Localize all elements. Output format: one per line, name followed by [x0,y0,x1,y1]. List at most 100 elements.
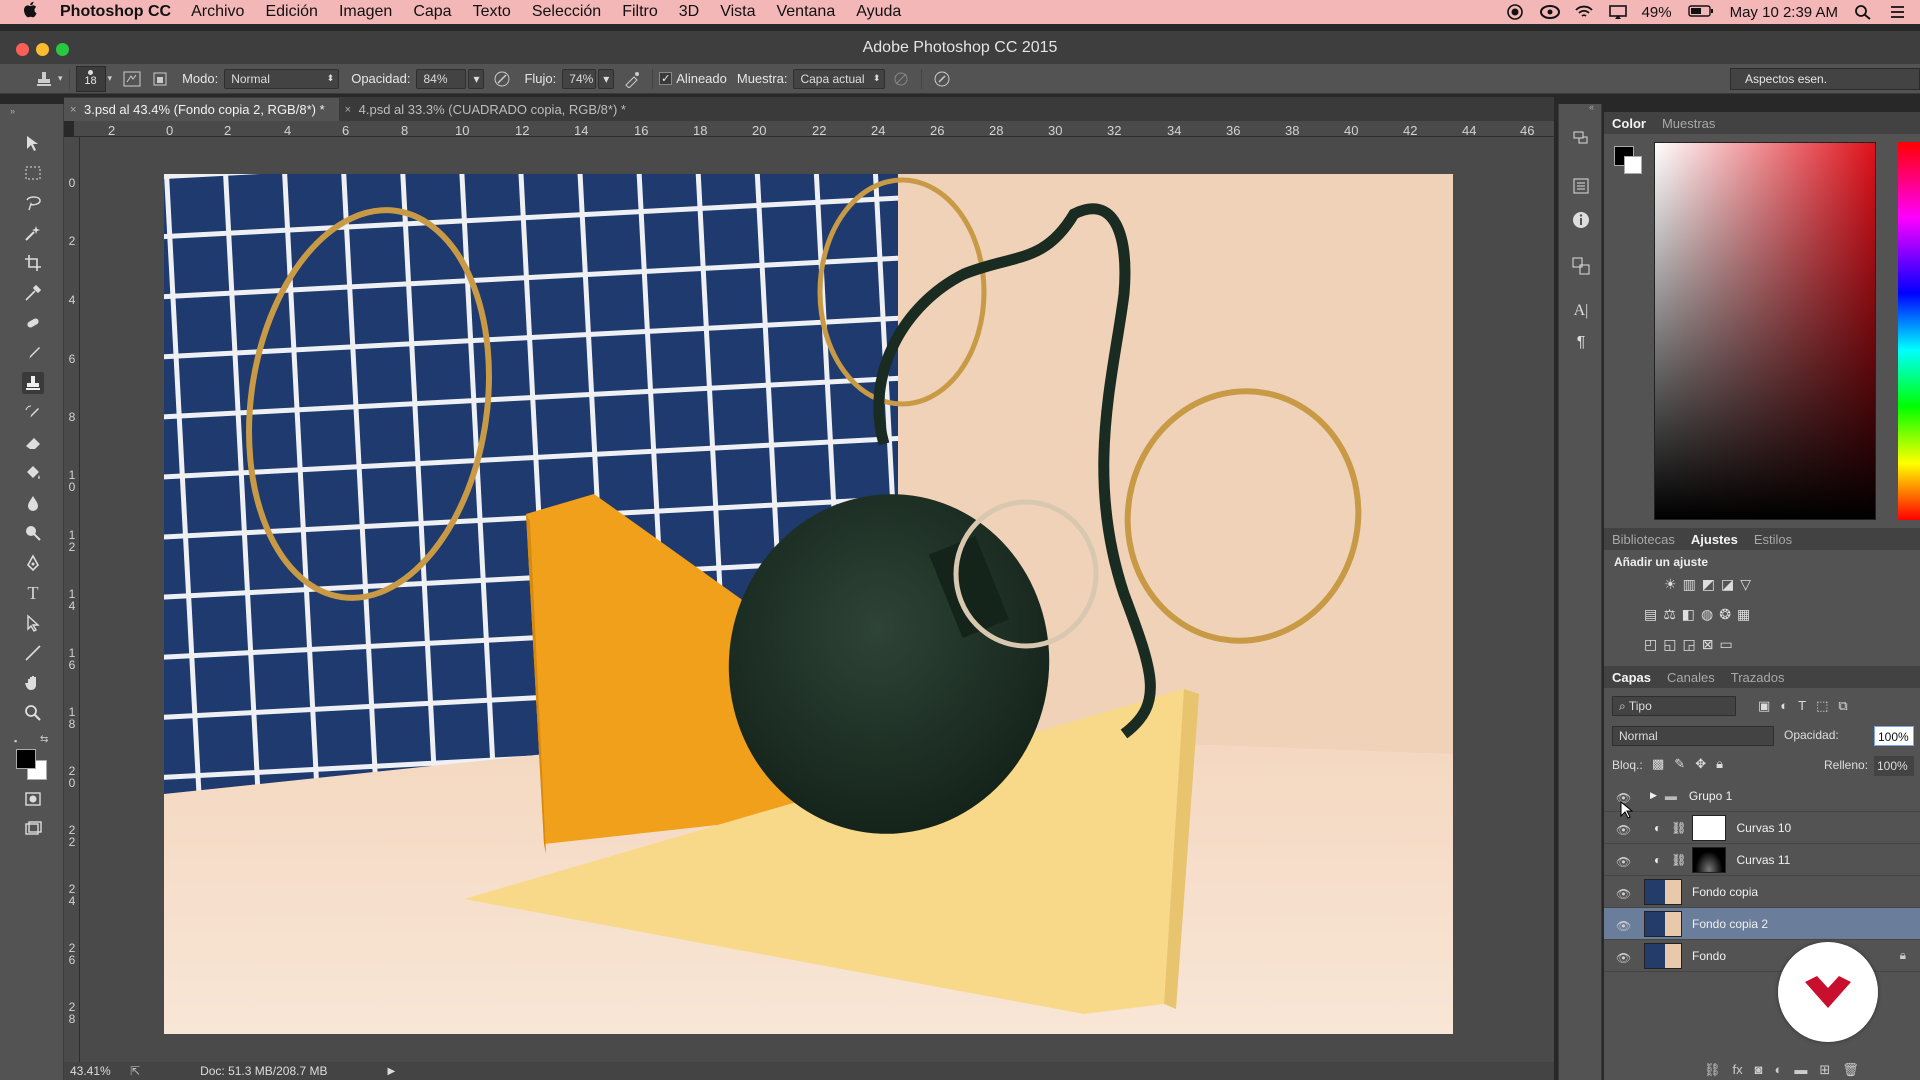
history-panel-icon[interactable] [1571,128,1591,148]
flow-dropdown-icon[interactable]: ▾ [598,68,615,89]
app-name[interactable]: Photoshop CC [60,3,171,21]
filter-pixel-icon[interactable]: ▣ [1758,698,1770,714]
curves-icon[interactable]: ◩ [1702,576,1715,593]
menu-ayuda[interactable]: Ayuda [856,3,901,21]
line-tool-icon[interactable] [22,642,44,664]
hue-slider[interactable] [1898,142,1920,520]
default-colors-icon[interactable]: ▪ [14,736,17,746]
layer-name[interactable]: Fondo [1692,949,1726,963]
tab-ajustes[interactable]: Ajustes [1683,532,1746,547]
history-brush-tool-icon[interactable] [22,402,44,424]
rectangular-marquee-tool-icon[interactable] [22,162,44,184]
opacity-dropdown-icon[interactable]: ▾ [468,68,485,89]
fill-input[interactable]: 100% [1874,756,1914,776]
layer-row-curvas-10[interactable]: 👁︎ ◐ ⛓︎ Curvas 10 [1604,812,1920,844]
wifi-icon[interactable] [1574,4,1593,20]
color-lookup-icon[interactable]: ▦ [1737,606,1750,623]
gradient-map-icon[interactable]: ▭ [1719,636,1732,653]
visibility-eye-icon[interactable]: 👁︎ [1616,951,1632,965]
filter-shape-icon[interactable]: ⬚ [1816,698,1828,714]
eyedropper-tool-icon[interactable] [22,282,44,304]
document-image[interactable] [164,174,1453,1034]
tab-muestras[interactable]: Muestras [1654,116,1723,131]
close-tab-icon[interactable]: × [345,104,351,116]
tab-capas[interactable]: Capas [1604,670,1659,685]
layer-row-fondo[interactable]: 👁︎ Fondo 🔒︎ [1604,940,1920,972]
brush-panel-toggle-icon[interactable] [122,69,142,89]
photo-filter-icon[interactable]: ◍ [1701,606,1713,623]
new-layer-icon[interactable]: ⊞ [1819,1062,1830,1078]
airplay-icon[interactable] [1608,4,1627,20]
brightness-contrast-icon[interactable]: ☀ [1664,576,1677,593]
channel-mixer-icon[interactable]: ❂ [1719,606,1731,623]
zoom-level[interactable]: 43.41% [70,1064,120,1078]
eraser-tool-icon[interactable] [22,432,44,454]
spot-healing-tool-icon[interactable] [22,312,44,334]
mode-select[interactable]: Normal ⬍ [224,68,340,89]
menu-seleccion[interactable]: Selección [532,3,601,21]
background-swatch[interactable] [1624,156,1642,174]
add-mask-icon[interactable]: ◙ [1755,1062,1763,1078]
selective-color-icon[interactable]: ⊠ [1702,636,1714,653]
layer-row-grupo-1[interactable]: 👁︎ ▶ ▬ Grupo 1 [1604,780,1920,812]
link-layers-icon[interactable]: ⛓︎ [1704,1062,1721,1078]
expand-group-icon[interactable]: ▶ [1650,790,1657,801]
path-selection-tool-icon[interactable] [22,612,44,634]
filter-smart-object-icon[interactable]: ⧉ [1838,698,1847,714]
brush-tool-icon[interactable] [22,342,44,364]
move-tool-icon[interactable] [22,132,44,154]
exposure-icon[interactable]: ◪ [1721,576,1734,593]
collapse-dock-icon[interactable]: « [1589,102,1594,112]
apple-menu-icon[interactable] [0,1,60,23]
info-panel-icon[interactable] [1571,210,1591,230]
collapse-toolbar-icon[interactable]: » [10,106,15,116]
menu-3d[interactable]: 3D [679,3,699,21]
layer-row-fondo-copia[interactable]: 👁︎ Fondo copia [1604,876,1920,908]
pressure-size-icon[interactable] [932,69,952,89]
workspace-switcher[interactable]: Aspectos esen. [1730,68,1920,90]
layer-name[interactable]: Grupo 1 [1689,789,1732,803]
zoom-tool-icon[interactable] [22,702,44,724]
clone-stamp-preset-icon[interactable] [34,69,54,89]
airbrush-icon[interactable] [622,69,642,89]
hue-saturation-icon[interactable]: ▤ [1644,606,1657,623]
tab-3psd[interactable]: × 3.psd al 43.4% (Fondo copia 2, RGB/8*)… [64,98,339,121]
layer-thumbnail[interactable] [1644,878,1682,905]
menu-archivo[interactable]: Archivo [191,3,244,21]
dodge-tool-icon[interactable] [22,522,44,544]
close-tab-icon[interactable]: × [70,104,76,116]
threshold-icon[interactable]: ◲ [1682,636,1695,653]
layer-name[interactable]: Curvas 10 [1736,821,1791,835]
visibility-eye-icon[interactable]: 👁︎ [1616,855,1632,869]
visibility-eye-icon[interactable]: 👁︎ [1616,887,1632,901]
lock-position-icon[interactable]: ✥ [1695,756,1706,772]
menu-filtro[interactable]: Filtro [622,3,658,21]
record-icon[interactable] [1506,4,1524,20]
quick-selection-tool-icon[interactable] [22,222,44,244]
menu-ventana[interactable]: Ventana [776,3,835,21]
quick-mask-icon[interactable] [22,788,44,810]
layer-name[interactable]: Curvas 11 [1736,853,1790,867]
link-icon[interactable]: ⛓︎ [1671,853,1686,867]
paragraph-panel-icon[interactable]: ¶ [1571,334,1591,354]
color-picker-field[interactable] [1654,142,1876,520]
lock-paint-icon[interactable]: ✎ [1674,756,1685,772]
layer-opacity-input[interactable]: 100% [1874,726,1914,746]
layer-name[interactable]: Fondo copia 2 [1692,917,1768,931]
spotlight-search-icon[interactable] [1854,4,1872,20]
posterize-icon[interactable]: ◱ [1663,636,1676,653]
tab-4psd[interactable]: × 4.psd al 33.3% (CUADRADO copia, RGB/8*… [339,98,640,121]
share-icon[interactable]: ⇱ [130,1064,140,1078]
filter-type-icon[interactable]: T [1798,698,1806,714]
layer-style-fx-icon[interactable]: fx [1733,1062,1743,1078]
sample-select[interactable]: Capa actual ⬍ [793,68,886,89]
vibrance-icon[interactable]: ▽ [1740,576,1751,593]
blend-mode-select[interactable]: Normal [1612,726,1774,746]
layer-mask-thumbnail[interactable] [1692,814,1727,841]
foreground-color-swatch[interactable] [16,749,36,769]
tab-trazados[interactable]: Trazados [1723,670,1793,685]
properties-panel-icon[interactable] [1571,176,1591,196]
levels-icon[interactable]: ▥ [1683,576,1696,593]
menu-edicion[interactable]: Edición [265,3,317,21]
clone-stamp-tool-icon[interactable] [22,372,44,394]
